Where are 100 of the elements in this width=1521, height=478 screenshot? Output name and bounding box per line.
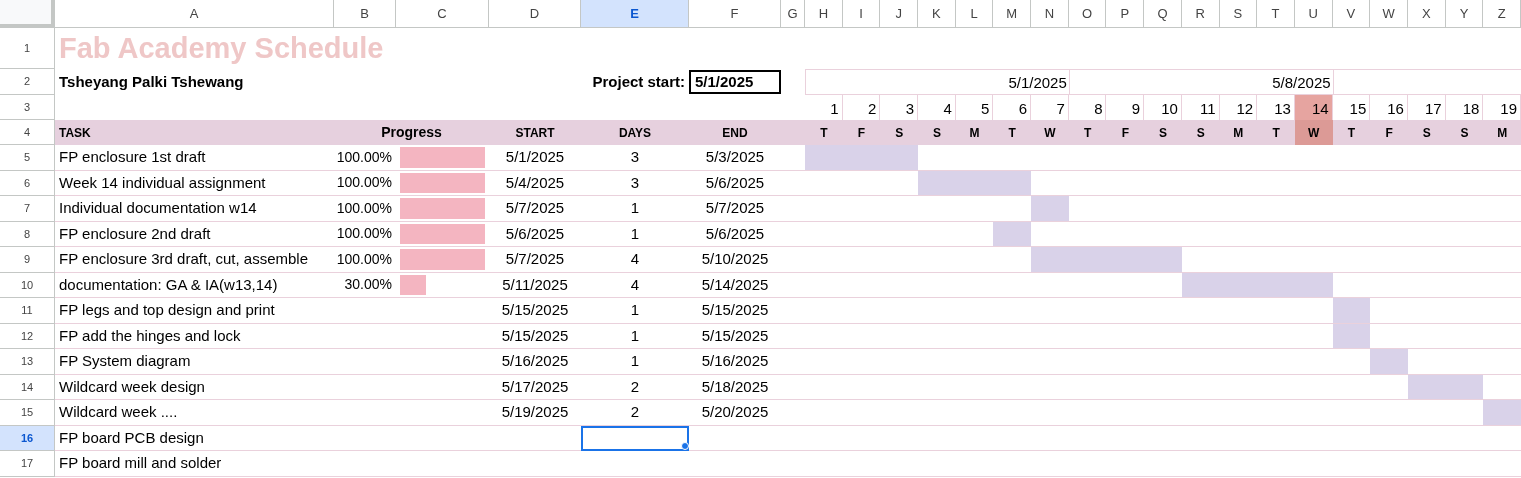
task-name: Wildcard week .... (55, 400, 334, 426)
day-number: 14 (1294, 95, 1333, 120)
week-label: 5/1/2025 (805, 69, 1069, 95)
row-header[interactable]: 8 (0, 221, 55, 247)
column-header[interactable]: Y (1445, 0, 1484, 28)
progress-percent: 30.00% (334, 272, 396, 298)
column-header[interactable]: O (1068, 0, 1107, 28)
row-header[interactable]: 5 (0, 145, 55, 171)
row-header[interactable]: 2 (0, 69, 55, 95)
row-header[interactable]: 4 (0, 120, 55, 145)
weekday-letter: M (955, 120, 994, 145)
column-header[interactable]: B (334, 0, 396, 28)
end-date: 5/14/2025 (689, 272, 781, 298)
column-header[interactable]: H (805, 0, 843, 28)
row-header[interactable]: 6 (0, 170, 55, 196)
selected-cell[interactable] (581, 425, 689, 451)
column-header[interactable]: W (1370, 0, 1408, 28)
column-header[interactable]: I (842, 0, 881, 28)
end-date: 5/15/2025 (689, 323, 781, 349)
column-header[interactable]: T (1257, 0, 1295, 28)
task-name: FP enclosure 2nd draft (55, 221, 334, 247)
column-header[interactable]: A (55, 0, 334, 28)
weekday-letter: F (842, 120, 881, 145)
day-count: 3 (581, 145, 689, 171)
weekday-letter: S (1144, 120, 1182, 145)
task-name: FP enclosure 1st draft (55, 145, 334, 171)
fill-handle[interactable] (681, 442, 689, 450)
end-date: 5/15/2025 (689, 298, 781, 324)
column-header[interactable]: C (396, 0, 489, 28)
column-header[interactable]: L (955, 0, 994, 28)
row-header[interactable]: 11 (0, 298, 55, 324)
column-header[interactable]: D (489, 0, 581, 28)
end-date: 5/20/2025 (689, 400, 781, 426)
day-count: 1 (581, 298, 689, 324)
row-header[interactable]: 12 (0, 323, 55, 349)
row-header[interactable]: 7 (0, 196, 55, 222)
column-header[interactable]: K (918, 0, 956, 28)
day-count: 2 (581, 374, 689, 400)
weekday-letter: T (1068, 120, 1107, 145)
weekday-letter: S (1445, 120, 1484, 145)
day-count: 4 (581, 272, 689, 298)
project-start-field[interactable]: 5/1/2025 (689, 70, 781, 94)
start-date: 5/17/2025 (489, 374, 581, 400)
start-date: 5/4/2025 (489, 170, 581, 196)
weekday-letter: M (1483, 120, 1521, 145)
column-header[interactable]: Q (1144, 0, 1182, 28)
row-header[interactable]: 3 (0, 95, 55, 120)
column-header[interactable]: U (1294, 0, 1333, 28)
header-cell: DAYS (581, 120, 689, 145)
row-header[interactable]: 16 (0, 425, 55, 451)
day-count: 1 (581, 323, 689, 349)
start-date: 5/1/2025 (489, 145, 581, 171)
column-header[interactable]: V (1332, 0, 1371, 28)
header-cell: Progress (334, 120, 489, 145)
weekday-letter: T (1257, 120, 1295, 145)
progress-percent: 100.00% (334, 145, 396, 171)
column-header[interactable]: G (781, 0, 805, 28)
start-date: 5/15/2025 (489, 298, 581, 324)
weekday-letter: S (1181, 120, 1220, 145)
column-header[interactable]: J (880, 0, 919, 28)
progress-percent: 100.00% (334, 196, 396, 222)
start-date: 5/7/2025 (489, 196, 581, 222)
task-name: FP legs and top design and print (55, 298, 334, 324)
row-header[interactable]: 17 (0, 451, 55, 477)
progress-percent: 100.00% (334, 247, 396, 273)
column-header[interactable]: P (1106, 0, 1145, 28)
day-count: 1 (581, 221, 689, 247)
start-date: 5/6/2025 (489, 221, 581, 247)
weekday-letter: W (1031, 120, 1069, 145)
row-header[interactable]: 14 (0, 374, 55, 400)
column-header[interactable]: F (689, 0, 781, 28)
weekday-letter: S (1407, 120, 1446, 145)
task-name: FP add the hinges and lock (55, 323, 334, 349)
gantt-bar (1332, 323, 1371, 348)
row-header[interactable]: 10 (0, 272, 55, 298)
task-name: Individual documentation w14 (55, 196, 334, 222)
weekday-letter: T (1332, 120, 1371, 145)
task-name: FP enclosure 3rd draft, cut, assemble (55, 247, 334, 273)
column-header[interactable]: M (993, 0, 1032, 28)
start-date: 5/19/2025 (489, 400, 581, 426)
column-header[interactable]: N (1031, 0, 1069, 28)
row-header[interactable]: 1 (0, 28, 55, 69)
weekday-letter: F (1106, 120, 1145, 145)
task-name: FP board mill and solder (55, 451, 334, 477)
end-date: 5/6/2025 (689, 221, 781, 247)
end-date: 5/10/2025 (689, 247, 781, 273)
end-date: 5/7/2025 (689, 196, 781, 222)
row-header[interactable]: 9 (0, 247, 55, 273)
day-count: 3 (581, 170, 689, 196)
column-header[interactable]: X (1407, 0, 1446, 28)
column-header[interactable]: R (1181, 0, 1220, 28)
column-header[interactable]: E (581, 0, 689, 28)
column-header[interactable]: S (1219, 0, 1258, 28)
day-count: 1 (581, 196, 689, 222)
column-header[interactable]: Z (1483, 0, 1521, 28)
start-date: 5/16/2025 (489, 349, 581, 375)
weekday-letter: W (1294, 120, 1333, 145)
weekday-letter: T (993, 120, 1032, 145)
row-header[interactable]: 13 (0, 349, 55, 375)
row-header[interactable]: 15 (0, 400, 55, 426)
